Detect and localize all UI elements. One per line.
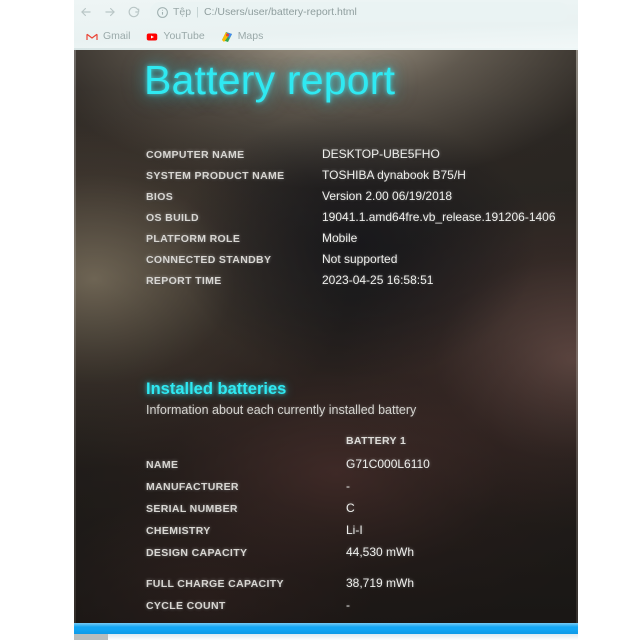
photo-margin-bottom-right bbox=[578, 623, 640, 640]
battery-report-page: Battery report COMPUTER NAME DESKTOP-UBE… bbox=[74, 50, 578, 623]
table-row: MANUFACTURER - bbox=[146, 479, 576, 501]
row-value: DESKTOP-UBE5FHO bbox=[322, 147, 440, 161]
bookmarks-bar: Gmail YouTube Maps bbox=[74, 24, 578, 48]
row-label: CYCLE COUNT bbox=[146, 600, 226, 612]
bookmark-gmail[interactable]: Gmail bbox=[86, 30, 130, 42]
bookmark-maps[interactable]: Maps bbox=[221, 30, 264, 42]
row-label: DESIGN CAPACITY bbox=[146, 547, 248, 559]
table-row: PLATFORM ROLE Mobile bbox=[146, 231, 576, 252]
bookmark-youtube-label: YouTube bbox=[163, 30, 205, 42]
row-value: - bbox=[346, 479, 350, 493]
row-value: G71C000L6110 bbox=[346, 457, 430, 471]
taskbar-highlight bbox=[74, 623, 578, 627]
photo-margin-right bbox=[578, 50, 640, 640]
installed-batteries-heading: Installed batteries bbox=[146, 380, 287, 398]
row-value: 19041.1.amd64fre.vb_release.191206-1406 bbox=[322, 210, 556, 224]
table-row: SERIAL NUMBER C bbox=[146, 501, 576, 523]
row-value: Not supported bbox=[322, 252, 398, 266]
screen-left-bezel bbox=[74, 50, 76, 623]
row-value: Version 2.00 06/19/2018 bbox=[322, 189, 453, 203]
installed-batteries-subheading: Information about each currently install… bbox=[146, 403, 417, 417]
table-row: NAME G71C000L6110 bbox=[146, 457, 576, 479]
address-bar-separator: | bbox=[196, 6, 199, 18]
below-taskbar-gray-tab bbox=[74, 634, 108, 640]
row-value: C bbox=[346, 501, 355, 515]
table-row: COMPUTER NAME DESKTOP-UBE5FHO bbox=[146, 147, 576, 168]
row-label: OS BUILD bbox=[146, 212, 199, 224]
photo-margin-top-right bbox=[578, 0, 640, 50]
row-value: 44,530 mWh bbox=[346, 545, 415, 559]
row-value: Li-I bbox=[346, 523, 363, 537]
screen-right-bezel bbox=[576, 50, 578, 623]
google-maps-icon bbox=[221, 30, 233, 42]
table-row: CHEMISTRY Li-I bbox=[146, 523, 576, 545]
table-row: REPORT TIME 2023-04-25 16:58:51 bbox=[146, 273, 576, 294]
forward-icon[interactable] bbox=[98, 1, 122, 23]
row-label: MANUFACTURER bbox=[146, 481, 239, 493]
address-bar-scheme-label: Tệp bbox=[173, 6, 192, 18]
browser-toolbar: Tệp | C:/Users/user/battery-report.html bbox=[74, 0, 578, 24]
row-label: COMPUTER NAME bbox=[146, 149, 245, 161]
row-label: BIOS bbox=[146, 191, 174, 203]
photo-margin-left bbox=[0, 50, 74, 640]
row-value: TOSHIBA dynabook B75/H bbox=[322, 168, 466, 182]
column-header-battery-1: BATTERY 1 bbox=[346, 435, 407, 447]
bookmark-gmail-label: Gmail bbox=[103, 30, 131, 42]
browser-chrome: Tệp | C:/Users/user/battery-report.html … bbox=[74, 0, 578, 50]
address-bar-url[interactable]: C:/Users/user/battery-report.html bbox=[204, 6, 357, 18]
back-icon[interactable] bbox=[74, 1, 98, 23]
row-value: - bbox=[346, 598, 350, 612]
youtube-icon bbox=[146, 30, 158, 42]
table-row: OS BUILD 19041.1.amd64fre.vb_release.191… bbox=[146, 210, 576, 231]
row-label: CHEMISTRY bbox=[146, 525, 211, 537]
bookmark-maps-label: Maps bbox=[237, 30, 264, 42]
screenshot-root: Tệp | C:/Users/user/battery-report.html … bbox=[0, 0, 640, 640]
system-info-table: COMPUTER NAME DESKTOP-UBE5FHO SYSTEM PRO… bbox=[146, 147, 576, 294]
table-row: CONNECTED STANDBY Not supported bbox=[146, 252, 576, 273]
table-row: CYCLE COUNT - bbox=[146, 598, 576, 620]
installed-batteries-table: BATTERY 1 NAME G71C000L6110 MANUFACTURER… bbox=[146, 435, 576, 620]
row-value: 2023-04-25 16:58:51 bbox=[322, 273, 434, 287]
table-row: SYSTEM PRODUCT NAME TOSHIBA dynabook B75… bbox=[146, 168, 576, 189]
row-label: SERIAL NUMBER bbox=[146, 503, 238, 515]
row-label: REPORT TIME bbox=[146, 275, 222, 287]
row-label: PLATFORM ROLE bbox=[146, 233, 241, 245]
table-column-header-row: BATTERY 1 bbox=[146, 435, 576, 457]
bookmark-youtube[interactable]: YouTube bbox=[146, 30, 205, 42]
reload-icon[interactable] bbox=[122, 1, 146, 23]
row-label: SYSTEM PRODUCT NAME bbox=[146, 170, 285, 182]
row-value: 38,719 mWh bbox=[346, 576, 415, 590]
address-bar[interactable]: Tệp | C:/Users/user/battery-report.html bbox=[150, 2, 568, 22]
table-row: FULL CHARGE CAPACITY 38,719 mWh bbox=[146, 576, 576, 598]
row-label: NAME bbox=[146, 459, 179, 471]
row-label: FULL CHARGE CAPACITY bbox=[146, 578, 284, 590]
photo-margin-bottom-left bbox=[0, 623, 74, 640]
row-value: Mobile bbox=[322, 231, 358, 245]
row-label: CONNECTED STANDBY bbox=[146, 254, 272, 266]
photo-margin-top-left bbox=[0, 0, 74, 50]
table-row: BIOS Version 2.00 06/19/2018 bbox=[146, 189, 576, 210]
gmail-icon bbox=[86, 30, 98, 42]
table-row: DESIGN CAPACITY 44,530 mWh bbox=[146, 545, 576, 567]
page-title: Battery report bbox=[144, 57, 396, 103]
info-circle-icon bbox=[156, 6, 169, 19]
below-taskbar-strip bbox=[74, 634, 578, 640]
